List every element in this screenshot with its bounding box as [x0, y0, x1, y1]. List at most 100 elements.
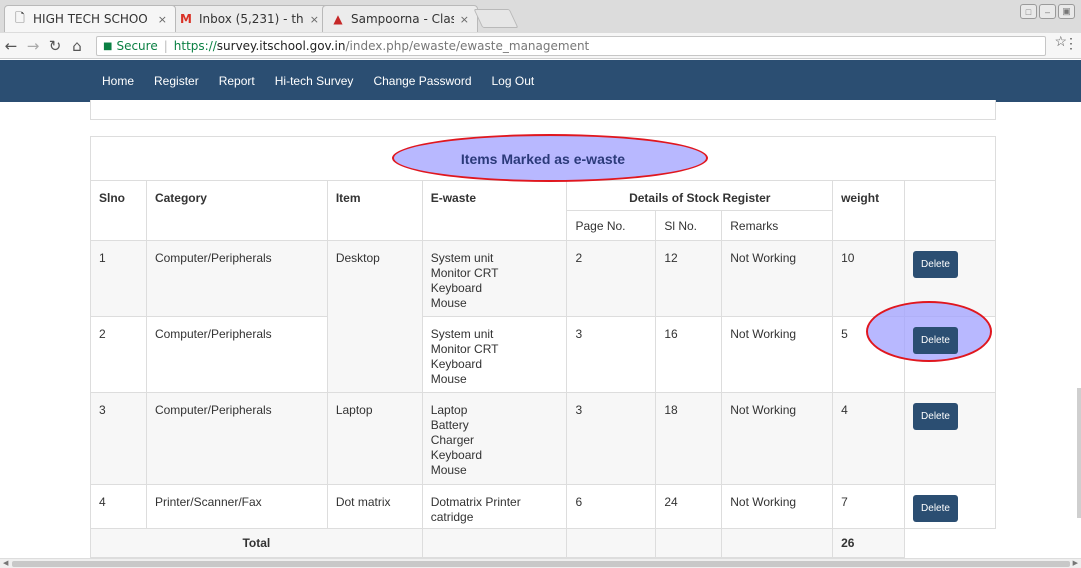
cell-item: Desktop	[326, 240, 423, 393]
lock-icon: ■	[103, 40, 113, 52]
url-path: /index.php/ewaste/ewaste_management	[345, 39, 590, 53]
cell-action: Delete	[904, 484, 996, 529]
tab-inbox[interactable]: M Inbox (5,231) - thon ×	[170, 5, 328, 32]
ewaste-line: catridge	[430, 510, 474, 524]
cell-item: Dot matrix	[326, 484, 423, 529]
horizontal-scrollbar[interactable]: ◀ ▶	[0, 558, 1081, 568]
table-row: 4 Printer/Scanner/Fax Dot matrix Dotmatr…	[90, 484, 996, 529]
nav-log-out[interactable]: Log Out	[492, 74, 535, 88]
reload-icon[interactable]: ↻	[44, 37, 66, 55]
secure-label: Secure	[116, 39, 158, 53]
header-item: Item	[326, 180, 423, 241]
page-icon: 🗋	[15, 10, 25, 25]
scrollbar-thumb[interactable]	[12, 561, 1070, 567]
total-empty	[421, 528, 568, 558]
vertical-scrollbar[interactable]	[1077, 388, 1081, 518]
maximize-icon[interactable]: ▣	[1058, 4, 1075, 19]
ewaste-table: Items Marked as e-waste Slno Category It…	[90, 136, 996, 558]
cell-slno: 3	[90, 392, 147, 485]
nav-change-password[interactable]: Change Password	[373, 74, 471, 88]
cell-category: Computer/Peripherals	[145, 316, 328, 393]
ewaste-line: Mouse	[430, 463, 467, 477]
cell-page-no: 2	[566, 240, 657, 317]
scroll-right-icon[interactable]: ▶	[1073, 559, 1078, 567]
delete-button[interactable]: Delete	[913, 403, 958, 430]
new-tab-button[interactable]	[473, 9, 519, 28]
total-weight: 26	[832, 528, 906, 558]
cell-sl-no: 16	[655, 316, 723, 393]
total-empty	[904, 528, 996, 558]
tab-label: HIGH TECH SCHOO	[33, 12, 148, 26]
total-empty	[655, 528, 723, 558]
menu-icon[interactable]: ⋮	[1064, 35, 1078, 52]
table-row: 3 Computer/Peripherals Laptop Laptop Bat…	[90, 392, 996, 485]
delete-button[interactable]: Delete	[913, 495, 958, 522]
ewaste-line: Keyboard	[430, 357, 483, 371]
ewaste-line: Keyboard	[430, 448, 483, 462]
cell-page-no: 3	[566, 392, 657, 485]
cell-ewaste: Dotmatrix Printer catridge	[421, 484, 568, 529]
nav-register[interactable]: Register	[154, 74, 199, 88]
minimize-icon[interactable]: –	[1039, 4, 1056, 19]
total-row: Total 26	[90, 528, 996, 558]
ewaste-line: Monitor CRT	[430, 266, 499, 280]
delete-button[interactable]: Delete	[913, 251, 958, 278]
header-category: Category	[145, 180, 328, 241]
nav-hi-tech-survey[interactable]: Hi-tech Survey	[275, 74, 354, 88]
cell-ewaste: System unit Monitor CRT Keyboard Mouse	[421, 240, 568, 317]
tab-high-tech-school[interactable]: 🗋 HIGH TECH SCHOO ×	[4, 5, 176, 32]
header-slno: Slno	[90, 180, 147, 241]
cell-category: Computer/Peripherals	[145, 392, 328, 485]
user-icon[interactable]: □	[1020, 4, 1037, 19]
ewaste-line: Charger	[430, 433, 475, 447]
ewaste-line: Monitor CRT	[430, 342, 499, 356]
close-icon[interactable]: ×	[310, 13, 319, 26]
window-controls: □ – ▣	[1020, 4, 1075, 19]
cell-action: Delete	[904, 316, 996, 393]
divider: |	[163, 39, 168, 53]
delete-button[interactable]: Delete	[913, 327, 958, 354]
tab-sampoorna[interactable]: ▲ Sampoorna - Classe ×	[322, 5, 478, 32]
header-ewaste: E-waste	[421, 180, 568, 241]
total-empty	[721, 528, 834, 558]
total-empty	[566, 528, 657, 558]
caption-text: Items Marked as e-waste	[460, 150, 626, 167]
address-bar[interactable]: ■ Secure | https://survey.itschool.gov.i…	[96, 36, 1046, 56]
close-icon[interactable]: ×	[460, 13, 469, 26]
cell-sl-no: 18	[655, 392, 723, 485]
header-stock-register: Details of Stock Register	[566, 180, 834, 211]
scroll-left-icon[interactable]: ◀	[3, 559, 8, 567]
cell-page-no: 3	[566, 316, 657, 393]
cell-weight: 5	[832, 316, 906, 393]
url-host: survey.itschool.gov.in	[216, 39, 346, 53]
cell-weight: 7	[832, 484, 906, 529]
cell-sl-no: 12	[655, 240, 723, 317]
cell-category: Computer/Peripherals	[145, 240, 328, 317]
header-action	[904, 180, 996, 241]
close-icon[interactable]: ×	[158, 13, 167, 26]
total-label: Total	[90, 528, 423, 558]
table-caption: Items Marked as e-waste	[90, 136, 996, 181]
header-page-no: Page No.	[566, 210, 657, 241]
nav-home[interactable]: Home	[102, 74, 134, 88]
back-icon[interactable]: ←	[0, 37, 22, 55]
cell-slno: 4	[90, 484, 147, 529]
nav-report[interactable]: Report	[219, 74, 255, 88]
forward-icon[interactable]: →	[22, 37, 44, 55]
ewaste-table-panel: Items Marked as e-waste Slno Category It…	[90, 136, 996, 558]
cell-action: Delete	[904, 240, 996, 317]
ewaste-line: Keyboard	[430, 281, 483, 295]
header-sl-no: Sl No.	[655, 210, 723, 241]
tab-label: Inbox (5,231) - thon	[199, 12, 304, 26]
cell-slno: 1	[90, 240, 147, 317]
cell-remarks: Not Working	[721, 316, 834, 393]
header-remarks: Remarks	[721, 210, 834, 241]
ewaste-line: Mouse	[430, 372, 467, 386]
cell-weight: 10	[832, 240, 906, 317]
tab-label: Sampoorna - Classe	[351, 12, 454, 26]
table-row: 1 Computer/Peripherals Desktop System un…	[90, 240, 996, 393]
cell-action: Delete	[904, 392, 996, 485]
header-weight: weight	[832, 180, 906, 241]
ewaste-line: Laptop	[430, 403, 468, 417]
home-icon[interactable]: ⌂	[66, 37, 88, 55]
